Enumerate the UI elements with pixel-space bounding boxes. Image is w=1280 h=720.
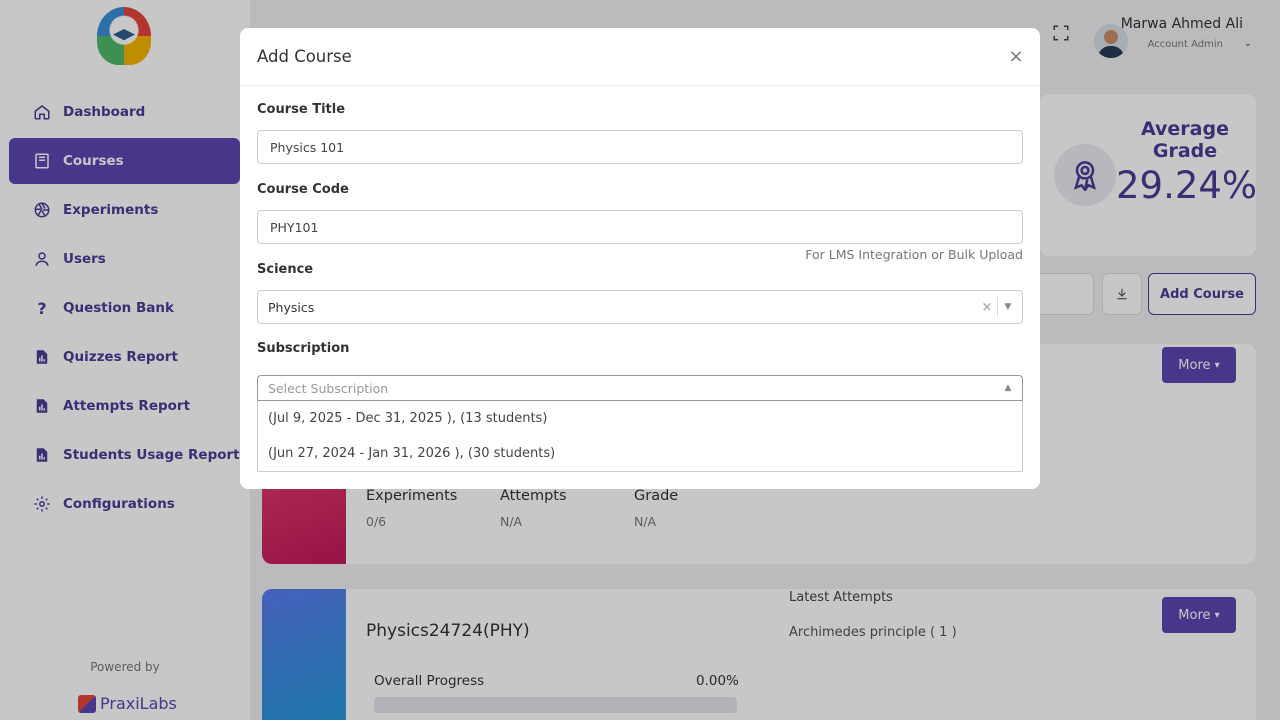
add-course-modal: Add Course × Course Title Physics 101 Co… [240,28,1040,489]
chevron-down-icon[interactable]: ▼ [1000,291,1016,323]
subscription-placeholder[interactable]: Select Subscription [268,376,388,400]
course-code-label: Course Code [257,182,349,197]
course-code-hint: For LMS Integration or Bulk Upload [805,247,1023,262]
science-label: Science [257,262,314,277]
chevron-up-icon[interactable]: ▲ [1000,376,1016,400]
subscription-option[interactable]: (Jun 27, 2024 - Jan 31, 2026 ), (30 stud… [258,436,1022,471]
subscription-select[interactable]: Select Subscription ▲ [257,375,1023,401]
science-select[interactable]: Physics × ▼ [257,290,1023,324]
divider [240,85,1040,86]
course-title-input[interactable]: Physics 101 [257,130,1023,164]
subscription-label: Subscription [257,341,350,356]
select-separator [997,297,998,317]
close-icon[interactable]: × [1006,46,1026,67]
course-code-input[interactable]: PHY101 [257,210,1023,244]
modal-title: Add Course [257,47,352,66]
clear-icon[interactable]: × [979,291,995,323]
subscription-option[interactable]: (Jul 9, 2025 - Dec 31, 2025 ), (13 stude… [258,401,1022,436]
course-title-label: Course Title [257,102,346,117]
science-select-value[interactable]: Physics [268,291,314,323]
subscription-dropdown: (Jul 9, 2025 - Dec 31, 2025 ), (13 stude… [257,401,1023,472]
